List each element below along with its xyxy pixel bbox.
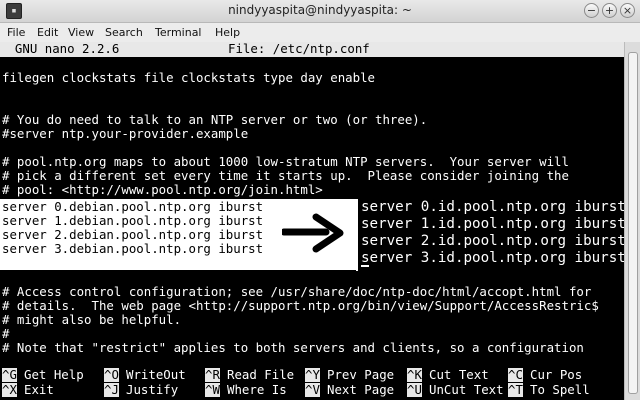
shortcut-key[interactable]: ^R	[205, 368, 220, 382]
shortcut-label: Read File	[227, 367, 295, 382]
server-line-replacement: server 0.id.pool.ntp.org iburst	[361, 199, 626, 215]
menu-help[interactable]: Help	[215, 26, 240, 39]
shortcut-key[interactable]: ^T	[508, 383, 523, 397]
nano-filename: File: /etc/ntp.conf	[228, 41, 370, 56]
terminal-area[interactable]: GNU nano 2.2.6 File: /etc/ntp.conf fileg…	[0, 42, 626, 400]
arrow-right-icon	[282, 213, 344, 253]
nano-version: GNU nano 2.2.6	[0, 41, 120, 56]
shortcut-key[interactable]: ^K	[407, 368, 422, 382]
server-line-replacement: server 3.id.pool.ntp.org iburst	[361, 250, 626, 266]
nano-header: GNU nano 2.2.6 File: /etc/ntp.conf	[0, 42, 624, 57]
maximize-button[interactable]: +	[602, 3, 617, 18]
shortcut-label: WriteOut	[126, 367, 186, 382]
shortcut-label: To Spell	[530, 382, 590, 397]
title-bar: ▪ nindyyaspita@nindyyaspita: ~ − + ×	[0, 0, 640, 23]
shortcut-key[interactable]: ^C	[508, 368, 523, 382]
shortcut-label: UnCut Text	[429, 382, 504, 397]
shortcut-key[interactable]: ^X	[2, 383, 17, 397]
server-line-replacement: server 1.id.pool.ntp.org iburst	[361, 216, 626, 232]
shortcut-key[interactable]: ^G	[2, 368, 17, 382]
text-line: # pool.ntp.org maps to about 1000 low-st…	[2, 154, 569, 169]
shortcut-label: Exit	[24, 382, 54, 397]
original-servers-panel: server 0.debian.pool.ntp.org iburst serv…	[0, 199, 356, 270]
text-line: # details. The web page <http://support.…	[2, 298, 599, 313]
text-line: # You do need to talk to an NTP server o…	[2, 112, 428, 127]
shortcut-key[interactable]: ^O	[104, 368, 119, 382]
server-line-original: server 2.debian.pool.ntp.org iburst	[2, 227, 264, 242]
shortcut-key[interactable]: ^V	[305, 383, 320, 397]
menu-view[interactable]: View	[68, 26, 94, 39]
server-line-original: server 3.debian.pool.ntp.org iburst	[2, 241, 264, 256]
server-line-original: server 0.debian.pool.ntp.org iburst	[2, 199, 264, 214]
shortcut-label: Cut Text	[429, 367, 489, 382]
shortcut-key[interactable]: ^Y	[305, 368, 320, 382]
shortcut-label: Where Is	[227, 382, 287, 397]
text-line: # might also be helpful.	[2, 312, 182, 327]
shortcut-key[interactable]: ^W	[205, 383, 220, 397]
close-button[interactable]: ×	[620, 3, 635, 18]
shortcut-label: Prev Page	[327, 367, 395, 382]
shortcut-key[interactable]: ^J	[104, 383, 119, 397]
text-line: # Access control configuration; see /usr…	[2, 284, 592, 299]
menu-edit[interactable]: Edit	[37, 26, 58, 39]
shortcut-key[interactable]: ^U	[407, 383, 422, 397]
replacement-servers-panel: server 0.id.pool.ntp.org iburst server 1…	[356, 199, 626, 271]
menu-bar: File Edit View Search Terminal Help	[0, 23, 640, 43]
text-line: #server ntp.your-provider.example	[2, 126, 249, 141]
server-line-original: server 1.debian.pool.ntp.org iburst	[2, 213, 264, 228]
menu-search[interactable]: Search	[105, 26, 143, 39]
minimize-button[interactable]: −	[584, 3, 599, 18]
text-line: filegen clockstats file clockstats type …	[2, 70, 375, 85]
shortcut-label: Cur Pos	[530, 367, 583, 382]
terminal-window: ▪ nindyyaspita@nindyyaspita: ~ − + × Fil…	[0, 0, 640, 400]
nano-shortcut-bar: ^G Get Help ^O WriteOut ^R Read File ^Y …	[0, 368, 624, 398]
window-title: nindyyaspita@nindyyaspita: ~	[228, 3, 412, 17]
shortcut-label: Next Page	[327, 382, 395, 397]
terminal-scrollbar[interactable]	[624, 42, 640, 400]
menu-file[interactable]: File	[7, 26, 25, 39]
text-line: # pool: <http://www.pool.ntp.org/join.ht…	[2, 182, 323, 197]
text-line: # pick a different set every time it sta…	[2, 168, 569, 183]
scrollbar-thumb[interactable]	[628, 52, 638, 394]
server-line-replacement: server 2.id.pool.ntp.org iburst	[361, 233, 626, 249]
shortcut-label: Get Help	[24, 367, 84, 382]
text-line: #	[2, 326, 10, 341]
text-line: # Note that "restrict" applies to both s…	[2, 340, 584, 355]
menu-terminal[interactable]: Terminal	[155, 26, 202, 39]
shortcut-label: Justify	[126, 382, 179, 397]
text-cursor	[361, 265, 369, 267]
